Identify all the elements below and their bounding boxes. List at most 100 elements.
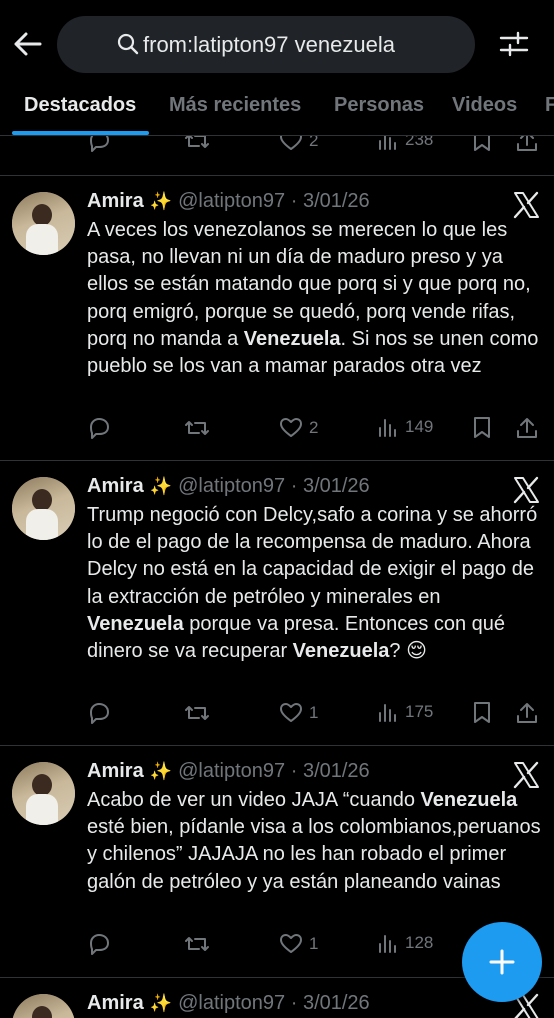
heart-icon <box>280 703 302 722</box>
sparkle-emoji: ✨ <box>149 993 173 1013</box>
views-icon <box>379 935 396 953</box>
tab-more[interactable]: F <box>545 94 554 117</box>
bookmark-icon <box>474 702 490 723</box>
highlighted-term: Venezuela <box>243 327 341 350</box>
reply-button[interactable] <box>87 932 111 956</box>
highlighted-term: Venezuela <box>292 640 390 663</box>
highlighted-term: Venezuela <box>87 612 184 635</box>
share-icon <box>517 136 537 151</box>
views-count: 149 <box>405 417 434 436</box>
reply-icon <box>90 703 109 724</box>
avatar[interactable] <box>12 477 75 540</box>
avatar[interactable] <box>12 762 75 825</box>
like-count: 2 <box>309 418 319 437</box>
author-handle-date[interactable]: @latipton97 · 3/01/26 <box>178 190 370 213</box>
search-tabs: Destacados Más recientes Personas Videos… <box>0 90 554 136</box>
tweet-actions: 2 149 <box>87 416 547 446</box>
retweet-icon <box>185 937 209 951</box>
views-count: 175 <box>405 702 434 721</box>
like-button[interactable]: 1 <box>279 701 318 725</box>
tweet-card[interactable]: Amira ✨ @latipton97 · 3/01/26 Trump nego… <box>0 461 554 746</box>
like-count: 1 <box>309 934 319 953</box>
tweet-text: Trump negoció con Delcy,safo a corina y … <box>87 504 543 663</box>
retweet-icon <box>185 136 209 148</box>
previous-tweet-actions: 2 238 <box>0 136 554 176</box>
search-box[interactable] <box>57 16 475 73</box>
author-handle-date[interactable]: @latipton97 · 3/01/26 <box>178 475 370 498</box>
bookmark-button[interactable] <box>471 136 493 153</box>
retweet-button[interactable] <box>184 416 210 440</box>
author-handle-date[interactable]: @latipton97 · 3/01/26 <box>178 992 370 1015</box>
top-bar <box>0 0 554 90</box>
share-button[interactable] <box>515 136 539 153</box>
sliders-icon <box>499 31 529 57</box>
views-button[interactable]: 238 <box>377 136 433 151</box>
views-button[interactable]: 128 <box>377 932 433 954</box>
tweet-header: Amira ✨ @latipton97 · 3/01/26 <box>87 475 370 501</box>
avatar[interactable] <box>12 192 75 255</box>
back-button[interactable] <box>10 24 46 64</box>
x-logo-icon <box>513 761 539 789</box>
sparkle-emoji: ✨ <box>149 476 173 496</box>
author-name[interactable]: Amira <box>87 475 144 498</box>
x-logo-icon <box>513 476 539 504</box>
share-button[interactable] <box>515 701 539 725</box>
plus-icon <box>489 949 515 975</box>
views-button[interactable]: 175 <box>377 701 433 723</box>
filter-button[interactable] <box>496 26 532 62</box>
bookmark-button[interactable] <box>471 701 493 725</box>
heart-icon <box>280 136 302 150</box>
share-icon <box>517 418 537 438</box>
heart-icon <box>280 418 302 437</box>
like-button[interactable]: 1 <box>279 932 318 956</box>
share-icon <box>517 703 537 723</box>
reply-icon <box>90 934 109 955</box>
tab-destacados[interactable]: Destacados <box>24 94 136 117</box>
arrow-left-icon <box>14 32 42 56</box>
search-icon <box>117 33 139 55</box>
views-count: 128 <box>405 933 434 952</box>
x-logo-icon <box>513 191 539 219</box>
views-icon <box>379 704 396 722</box>
author-name[interactable]: Amira <box>87 760 144 783</box>
tab-personas[interactable]: Personas <box>334 94 424 117</box>
retweet-button[interactable] <box>184 701 210 725</box>
author-name[interactable]: Amira <box>87 992 144 1015</box>
active-tab-indicator <box>12 131 149 135</box>
tweet-header: Amira ✨ @latipton97 · 3/01/26 <box>87 992 370 1018</box>
highlighted-term: Venezuela <box>420 789 518 811</box>
sparkle-emoji: ✨ <box>149 191 173 211</box>
share-button[interactable] <box>515 416 539 440</box>
tweet-header: Amira ✨ @latipton97 · 3/01/26 <box>87 760 370 786</box>
retweet-icon <box>185 421 209 435</box>
reply-icon <box>90 136 109 152</box>
search-input[interactable] <box>115 31 455 58</box>
views-icon <box>379 419 396 437</box>
like-button[interactable]: 2 <box>279 136 318 153</box>
author-name[interactable]: Amira <box>87 190 144 213</box>
retweet-icon <box>185 706 209 720</box>
reply-button[interactable] <box>87 701 111 725</box>
bookmark-button[interactable] <box>471 416 493 440</box>
tweet-header: Amira ✨ @latipton97 · 3/01/26 <box>87 190 370 216</box>
reply-button[interactable] <box>87 416 111 440</box>
bookmark-icon <box>474 417 490 438</box>
tweet-card[interactable]: Amira ✨ @latipton97 · 3/01/26 A veces lo… <box>0 176 554 461</box>
tab-mas-recientes[interactable]: Más recientes <box>169 94 301 117</box>
reply-button[interactable] <box>87 136 111 153</box>
like-button[interactable]: 2 <box>279 416 318 440</box>
author-handle-date[interactable]: @latipton97 · 3/01/26 <box>178 760 370 783</box>
views-count: 238 <box>405 136 434 149</box>
reply-icon <box>90 418 109 439</box>
tweet-text: A veces los venezolanos se merecen lo qu… <box>87 219 544 378</box>
compose-button[interactable] <box>462 922 542 1002</box>
retweet-button[interactable] <box>184 932 210 956</box>
bookmark-icon <box>474 136 490 151</box>
retweet-button[interactable] <box>184 136 210 153</box>
tab-videos[interactable]: Videos <box>452 94 517 117</box>
sparkle-emoji: ✨ <box>149 761 173 781</box>
heart-icon <box>280 934 302 953</box>
avatar[interactable] <box>12 994 75 1018</box>
views-button[interactable]: 149 <box>377 416 433 438</box>
like-count: 1 <box>309 703 319 722</box>
